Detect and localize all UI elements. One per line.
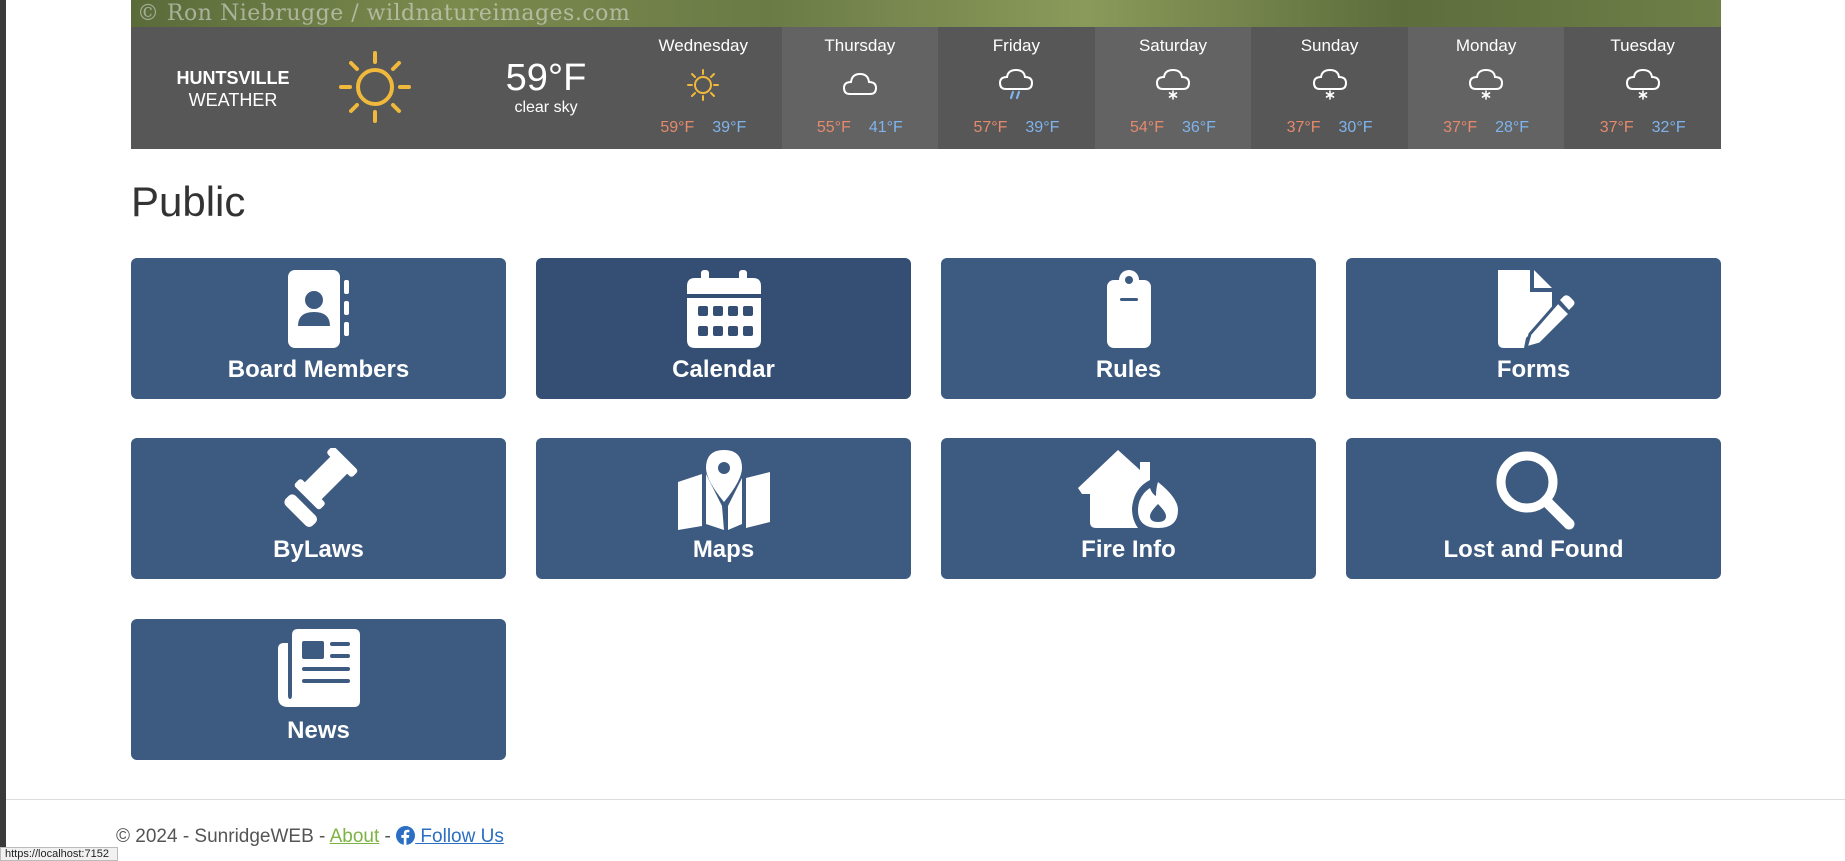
snow-cloud-icon [1623,67,1663,103]
low-temp: 41°F [868,119,903,136]
day-name: Friday [992,36,1041,55]
map-location-icon [536,448,911,530]
cloud-icon [840,67,880,103]
fire-info-tile[interactable]: Fire Info [941,438,1316,579]
forecast-day: Wednesday 59°F 39°F [625,27,782,149]
forecast-day: Saturday 54°F 36°F [1094,27,1252,149]
day-name: Monday [1455,36,1517,55]
calendar-tile[interactable]: Calendar [536,258,911,399]
weather-widget: HUNTSVILLE WEATHER 59°F clear sky Wednes… [131,27,1721,149]
day-name: Sunday [1300,36,1359,55]
low-temp: 30°F [1338,119,1373,136]
forecast-day: Sunday 37°F 30°F [1251,27,1408,149]
page-title: Public [131,178,246,225]
gavel-icon [131,448,506,530]
lost-and-found-tile[interactable]: Lost and Found [1346,438,1721,579]
tile-label: Lost and Found [1443,536,1624,563]
day-name: Thursday [824,36,896,55]
rain-cloud-icon [996,67,1036,103]
copyright-text: © 2024 - SunridgeWEB - [116,826,330,847]
calendar-icon [536,268,911,350]
footer-separator: - [379,826,397,847]
current-description: clear sky [514,99,578,116]
footer-divider [6,799,1845,800]
tile-label: Rules [1095,356,1162,383]
rules-tile[interactable]: Rules [941,258,1316,399]
forecast-days: Wednesday 59°F 39°F Thursday 55°F 41°F Fri… [625,27,1721,149]
footer: © 2024 - SunridgeWEB - About - Follow Us [116,826,504,848]
high-temp: 37°F [1286,119,1321,136]
tile-label: ByLaws [273,536,364,563]
day-name: Wednesday [658,36,749,55]
weather-city: HUNTSVILLE [176,68,290,88]
sun-icon [683,67,723,103]
address-book-icon [131,268,506,350]
forecast-day: Monday 37°F 28°F [1407,27,1565,149]
current-temperature: 59°F [505,57,587,99]
forecast-day: Thursday 55°F 41°F [781,27,939,149]
newspaper-icon [131,629,506,711]
low-temp: 39°F [1025,119,1060,136]
tile-label: Board Members [227,356,410,383]
tile-label: News [287,717,350,744]
day-name: Tuesday [1610,36,1675,55]
board-members-tile[interactable]: Board Members [131,258,506,399]
tile-label: Calendar [672,356,775,383]
high-temp: 37°F [1443,119,1478,136]
low-temp: 28°F [1495,119,1530,136]
low-temp: 36°F [1181,119,1216,136]
forms-tile[interactable]: Forms [1346,258,1721,399]
news-tile[interactable]: News [131,619,506,760]
high-temp: 55°F [816,119,851,136]
weather-label: WEATHER [188,90,278,110]
weather-location: HUNTSVILLE WEATHER [131,67,335,111]
follow-us-label: Follow Us [415,826,504,847]
high-temp: 54°F [1130,119,1164,136]
file-pen-icon [1346,268,1721,350]
forecast-day: Tuesday 37°F 32°F [1564,27,1721,149]
low-temp: 39°F [712,119,747,136]
follow-us-link[interactable]: Follow Us [396,826,504,847]
snow-cloud-icon [1153,67,1193,103]
high-temp: 37°F [1599,119,1634,136]
facebook-icon [396,826,416,845]
about-link[interactable]: About [330,826,380,847]
day-name: Saturday [1138,36,1207,55]
sun-icon [335,47,415,127]
current-conditions: 59°F clear sky [461,57,631,117]
maps-tile[interactable]: Maps [536,438,911,579]
window-left-edge [0,0,6,857]
snow-cloud-icon [1466,67,1506,103]
tile-label: Forms [1496,356,1571,383]
hero-image: © Ron Niebrugge / wildnatureimages.com [131,0,1721,27]
magnifying-glass-icon [1346,448,1721,530]
status-bar-url: https://localhost:7152 [0,847,118,861]
high-temp: 59°F [660,119,695,136]
clipboard-icon [941,268,1316,350]
house-fire-icon [941,448,1316,530]
high-temp: 57°F [973,119,1008,136]
forecast-day: Friday 57°F 39°F [938,27,1095,149]
snow-cloud-icon [1310,67,1350,103]
bylaws-tile[interactable]: ByLaws [131,438,506,579]
hero-credit: © Ron Niebrugge / wildnatureimages.com [137,1,631,26]
tile-label: Maps [692,536,755,563]
tile-label: Fire Info [1081,536,1176,563]
low-temp: 32°F [1651,119,1686,136]
